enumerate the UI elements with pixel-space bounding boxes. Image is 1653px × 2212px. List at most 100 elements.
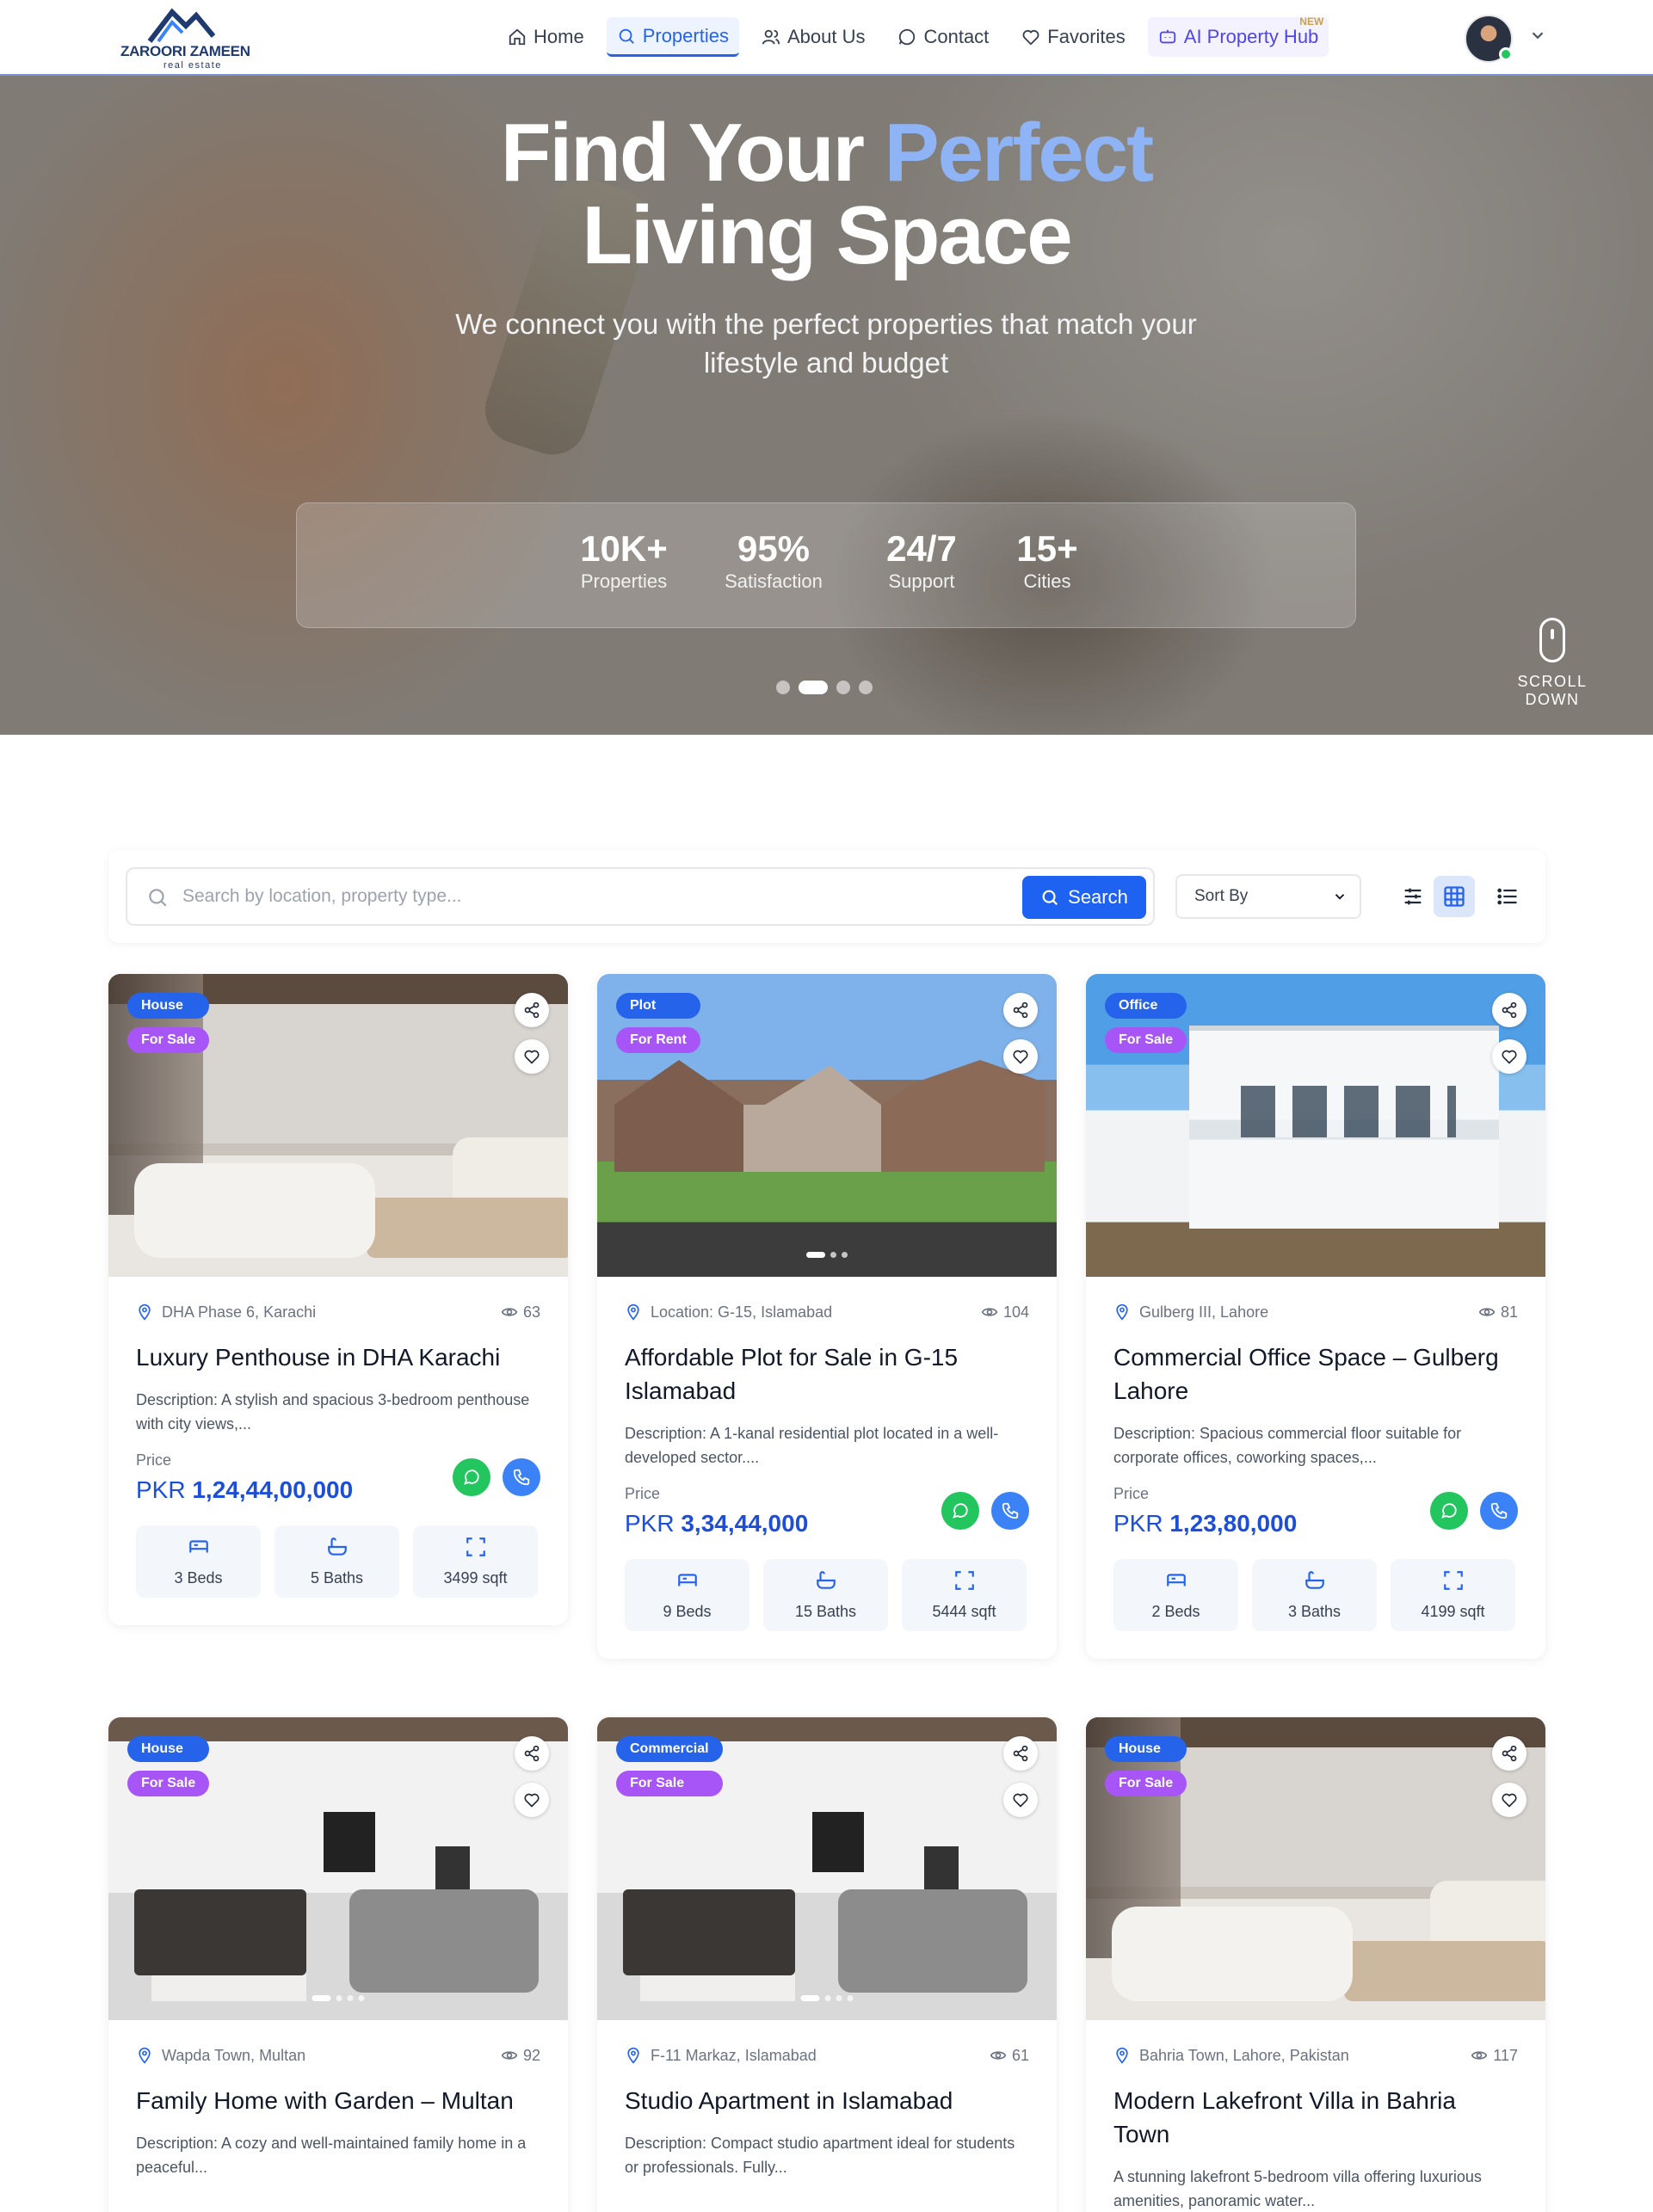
filter-button[interactable] (1392, 876, 1434, 917)
search-box: Search (126, 867, 1155, 926)
favorite-button[interactable] (1492, 1039, 1527, 1074)
beds-value: 3 Beds (174, 1569, 223, 1587)
list-view-button[interactable] (1487, 876, 1528, 917)
property-card[interactable]: Plot For Rent Location: G-15, Islamabad … (597, 974, 1057, 1659)
image-dot[interactable] (830, 1252, 836, 1258)
image-dot[interactable] (847, 1995, 854, 2001)
scroll-down-indicator[interactable]: SCROLL DOWN (1492, 618, 1613, 709)
favorite-button[interactable] (1492, 1783, 1527, 1817)
users-icon (762, 29, 780, 45)
favorite-button[interactable] (515, 1039, 549, 1074)
share-icon (1502, 1745, 1517, 1762)
property-card[interactable]: House For Sale Bahria Town, Lahore, Paki… (1086, 1717, 1545, 2212)
property-image[interactable]: House For Sale (108, 1717, 568, 2020)
call-button[interactable] (1480, 1492, 1518, 1530)
sort-select[interactable]: Sort By (1175, 874, 1361, 919)
stat-properties: 10K+ Properties (572, 529, 675, 595)
logo[interactable]: ZAROORI ZAMEEN real estate (120, 5, 250, 71)
image-dot-active[interactable] (806, 1252, 825, 1258)
card-meta: Location: G-15, Islamabad 104 (625, 1301, 1029, 1323)
grid-view-button[interactable] (1434, 876, 1475, 917)
location: Gulberg III, Lahore (1113, 1303, 1268, 1322)
carousel-dot[interactable] (776, 681, 790, 694)
view-count: 61 (990, 2047, 1029, 2065)
baths-value: 3 Baths (1287, 1603, 1342, 1620)
stat-value: 24/7 (886, 528, 957, 569)
heart-icon (1013, 1793, 1028, 1808)
nav-favorites[interactable]: Favorites (1011, 17, 1135, 57)
status-badge: For Sale (127, 1027, 210, 1053)
search-button[interactable]: Search (1022, 876, 1146, 919)
map-pin-icon (139, 2047, 151, 2064)
property-title[interactable]: Family Home with Garden – Multan (136, 2084, 540, 2117)
heart-icon (1013, 1050, 1028, 1064)
property-description: Description: Spacious commercial floor s… (1113, 1425, 1462, 1466)
nav-ai-property-hub[interactable]: AI Property Hub NEW (1147, 15, 1329, 57)
logo-brand: ZAROORI ZAMEEN (120, 43, 250, 59)
location: F-11 Markaz, Islamabad (625, 2047, 817, 2065)
status-badge: For Sale (127, 1771, 210, 1796)
property-card[interactable]: House For Sale Wapda Town, Multan 92 Fam… (108, 1717, 568, 2212)
image-dot[interactable] (836, 1995, 842, 2001)
status-badge: For Sale (616, 1771, 723, 1796)
nav-properties[interactable]: Properties (606, 17, 739, 57)
bed-icon (1166, 1574, 1186, 1587)
nav-contact[interactable]: Contact (887, 17, 999, 57)
property-card[interactable]: Commercial For Sale F-11 Markaz, Islamab… (597, 1717, 1057, 2212)
property-image[interactable]: Commercial For Sale (597, 1717, 1057, 2020)
image-dot[interactable] (347, 1995, 354, 2001)
property-image[interactable]: House For Sale (108, 974, 568, 1277)
share-button[interactable] (515, 1736, 549, 1771)
share-button[interactable] (1003, 993, 1038, 1027)
card-body: Gulberg III, Lahore 81 Commercial Office… (1086, 1277, 1545, 1659)
stat-support: 24/7 Support (870, 529, 973, 595)
call-button[interactable] (503, 1458, 540, 1496)
search-input[interactable] (182, 879, 1043, 914)
carousel-dot-active[interactable] (799, 681, 828, 694)
stat-cities: 15+ Cities (1004, 529, 1090, 595)
image-dot-active[interactable] (311, 1995, 331, 2001)
chevron-down-icon (1335, 894, 1345, 900)
beds-feature: 3 Beds (136, 1525, 261, 1598)
favorite-button[interactable] (515, 1783, 549, 1817)
share-button[interactable] (1003, 1736, 1038, 1771)
property-image[interactable]: House For Sale (1086, 1717, 1545, 2020)
image-dot[interactable] (336, 1995, 342, 2001)
property-card[interactable]: House For Sale DHA Phase 6, Karachi 63 L… (108, 974, 568, 1625)
property-title[interactable]: Modern Lakefront Villa in Bahria Town (1113, 2084, 1518, 2151)
phone-icon (1002, 1502, 1019, 1519)
heart-icon (524, 1793, 540, 1808)
share-button[interactable] (515, 993, 549, 1027)
call-button[interactable] (991, 1492, 1029, 1530)
share-button[interactable] (1492, 1736, 1527, 1771)
nav-about[interactable]: About Us (751, 17, 876, 57)
property-title[interactable]: Commercial Office Space – Gulberg Lahore (1113, 1340, 1518, 1408)
nav-home[interactable]: Home (497, 17, 595, 57)
property-image[interactable]: Plot For Rent (597, 974, 1057, 1277)
location-text: DHA Phase 6, Karachi (162, 1303, 317, 1321)
whatsapp-button[interactable] (453, 1458, 490, 1496)
property-title[interactable]: Studio Apartment in Islamabad (625, 2084, 1029, 2117)
whatsapp-button[interactable] (1430, 1492, 1468, 1530)
image-dot[interactable] (358, 1995, 365, 2001)
image-dot-active[interactable] (800, 1995, 820, 2001)
favorite-button[interactable] (1003, 1039, 1038, 1074)
carousel-dot[interactable] (859, 681, 873, 694)
property-image[interactable]: Office For Sale (1086, 974, 1545, 1277)
property-card[interactable]: Office For Sale Gulberg III, Lahore 81 C… (1086, 974, 1545, 1659)
sliders-icon (1404, 888, 1422, 905)
stat-satisfaction: 95% Satisfaction (713, 529, 834, 595)
list-icon (1497, 888, 1517, 905)
property-title[interactable]: Affordable Plot for Sale in G-15 Islamab… (625, 1340, 1029, 1408)
image-carousel-dots (311, 1995, 365, 2001)
image-dot[interactable] (824, 1995, 831, 2001)
whatsapp-button[interactable] (941, 1492, 979, 1530)
chevron-down-icon[interactable] (1528, 26, 1547, 45)
share-button[interactable] (1492, 993, 1527, 1027)
carousel-dot[interactable] (836, 681, 850, 694)
avatar[interactable] (1465, 15, 1513, 63)
property-title[interactable]: Luxury Penthouse in DHA Karachi (136, 1340, 540, 1374)
baths-feature: 3 Baths (1252, 1559, 1377, 1631)
image-dot[interactable] (842, 1252, 848, 1258)
favorite-button[interactable] (1003, 1783, 1038, 1817)
